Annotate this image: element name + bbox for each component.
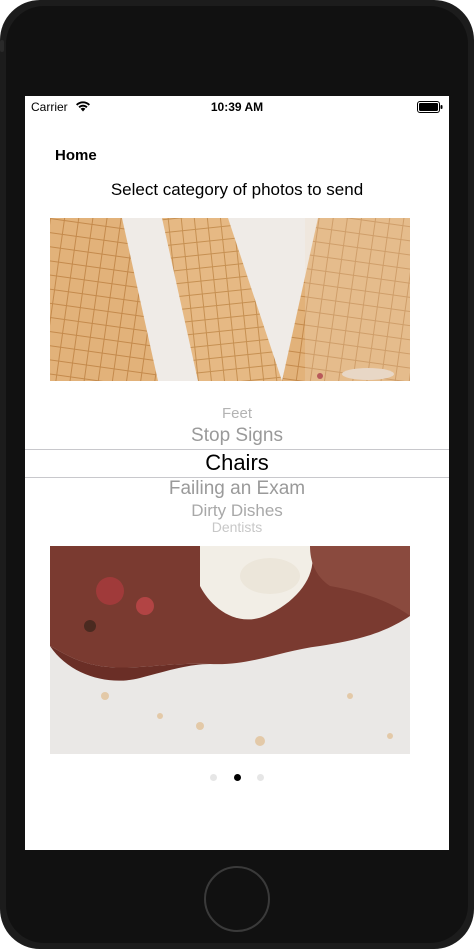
- status-time: 10:39 AM: [210, 100, 264, 114]
- battery-icon: [417, 101, 443, 113]
- page-dot-3[interactable]: [256, 774, 264, 782]
- category-picker[interactable]: Feet Stop Signs Chairs Failing an Exam D…: [25, 401, 449, 536]
- status-bar: Carrier 10:39 AM: [25, 96, 449, 118]
- picker-item-dentists[interactable]: Dentists: [25, 519, 449, 535]
- page-dot-1[interactable]: [210, 774, 218, 782]
- picker-item-feet[interactable]: Feet: [25, 405, 449, 422]
- picker-item-stop-signs[interactable]: Stop Signs: [25, 425, 449, 447]
- mute-switch: [0, 14, 4, 26]
- app-screen: Carrier 10:39 AM Home Select category of…: [25, 96, 449, 850]
- picker-item-chairs[interactable]: Chairs: [25, 450, 449, 476]
- picker-item-dirty-dishes[interactable]: Dirty Dishes: [25, 501, 449, 521]
- volume-button: [0, 40, 4, 52]
- phone-frame: Carrier 10:39 AM Home Select category of…: [0, 0, 474, 949]
- page-dot-2[interactable]: [233, 774, 241, 782]
- melted-ice-cream-photo: [50, 546, 410, 754]
- picker-item-failing-an-exam[interactable]: Failing an Exam: [25, 478, 449, 500]
- prompt-label: Select category of photos to send: [110, 180, 364, 199]
- nav-title: Home: [55, 147, 97, 164]
- ice-cream-cones-photo: [50, 218, 410, 381]
- home-button[interactable]: [204, 866, 270, 932]
- page-control[interactable]: [25, 769, 449, 782]
